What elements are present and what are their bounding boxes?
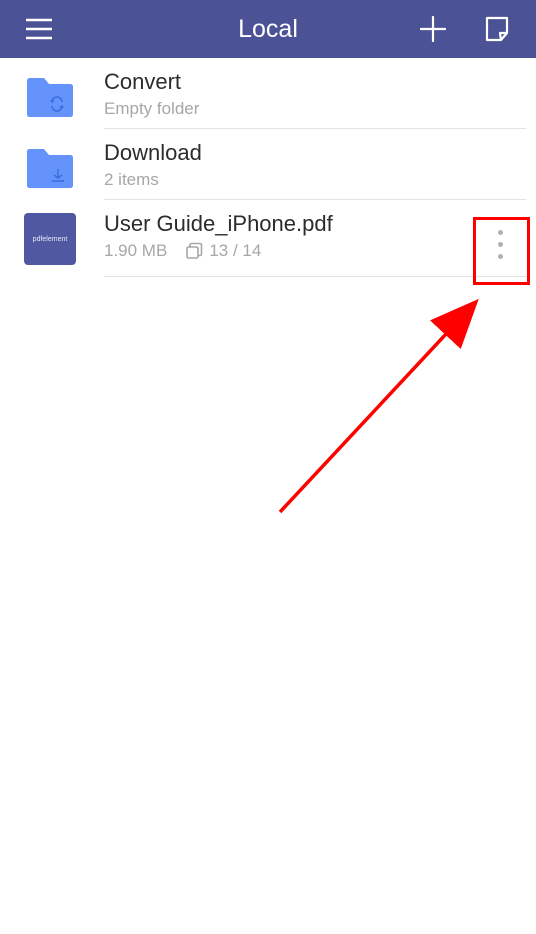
menu-icon [26, 18, 52, 40]
file-thumbnail: pdfelement [24, 213, 76, 265]
item-body: User Guide_iPhone.pdf 1.90 MB 13 / 14 [104, 211, 474, 271]
dots-vertical-icon [498, 230, 503, 259]
separator [104, 276, 526, 277]
file-size: 1.90 MB [104, 241, 167, 261]
menu-button[interactable] [24, 14, 54, 44]
app-header: Local [0, 0, 536, 58]
item-meta: 2 items [104, 170, 526, 190]
folder-icon [24, 71, 76, 123]
item-body: Convert Empty folder [104, 69, 526, 129]
annotation-arrow [276, 286, 486, 516]
note-button[interactable] [482, 14, 512, 44]
folder-icon [24, 142, 76, 194]
item-meta: Empty folder [104, 99, 526, 119]
item-name: User Guide_iPhone.pdf [104, 211, 474, 237]
pages-icon [185, 242, 203, 260]
more-button[interactable] [474, 211, 526, 277]
note-icon [485, 16, 509, 42]
file-list: Convert Empty folder Download 2 items [0, 58, 536, 277]
list-item[interactable]: Convert Empty folder [0, 58, 536, 129]
page-count: 13 / 14 [185, 241, 261, 261]
page-title: Local [238, 15, 298, 44]
plus-icon [420, 16, 446, 42]
list-item[interactable]: pdfelement User Guide_iPhone.pdf 1.90 MB… [0, 200, 536, 277]
add-button[interactable] [418, 14, 448, 44]
list-item[interactable]: Download 2 items [0, 129, 536, 200]
item-name: Convert [104, 69, 526, 95]
item-name: Download [104, 140, 526, 166]
thumb-label: pdfelement [33, 236, 68, 243]
header-actions [418, 14, 512, 44]
item-meta: 1.90 MB 13 / 14 [104, 241, 474, 261]
item-body: Download 2 items [104, 140, 526, 200]
